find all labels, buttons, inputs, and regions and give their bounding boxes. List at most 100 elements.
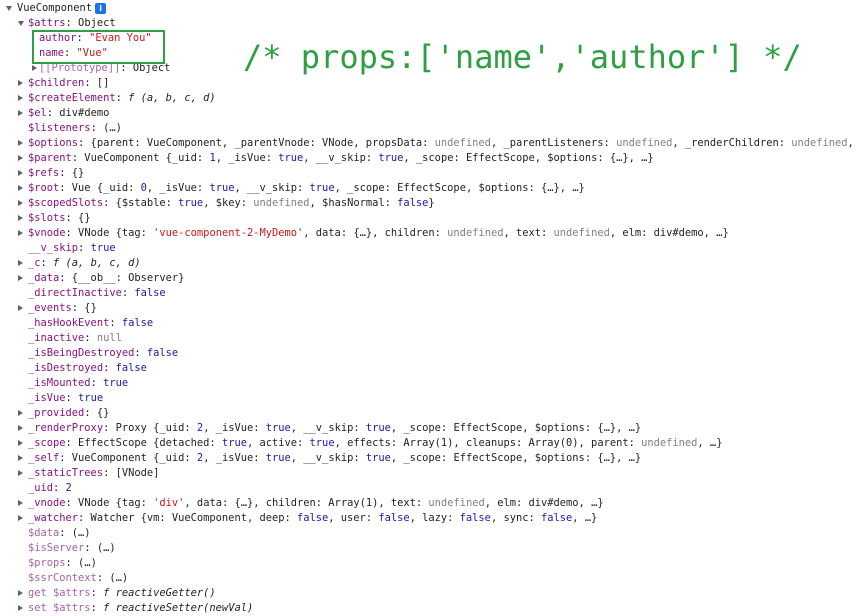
property-row-vnode[interactable]: $vnode: VNode {tag: 'vue-component-2-MyD… [0, 226, 857, 241]
property-row-_vnode[interactable]: _vnode: VNode {tag: 'div', data: {…}, ch… [0, 496, 857, 511]
expand-arrow-icon[interactable] [18, 470, 23, 476]
property-value: false [540, 512, 573, 524]
property-row-_c[interactable]: _c: f (a, b, c, d) [0, 256, 857, 271]
property-row-el[interactable]: $el: div#demo [0, 106, 857, 121]
property-value: : (…) [90, 122, 122, 134]
property-row-_staticTrees[interactable]: _staticTrees: [VNode] [0, 466, 857, 481]
expand-arrow-icon[interactable] [6, 6, 12, 11]
expand-arrow-icon[interactable] [18, 95, 23, 101]
property-value: : Vue {_uid: [59, 182, 141, 194]
property-key: _c [28, 257, 41, 269]
property-value: , _parentListeners: [490, 137, 617, 149]
property-value: : [] [84, 77, 110, 89]
expand-arrow-icon[interactable] [18, 440, 23, 446]
property-value: , _scope: EffectScope, $options: {…}, …} [334, 182, 585, 194]
property-value: , text: [503, 227, 554, 239]
property-value: f (a, b, c, d) [128, 92, 216, 104]
property-value: : [84, 332, 97, 344]
property-value: null [96, 332, 122, 344]
property-key: __v_skip [28, 242, 79, 254]
property-value: false [121, 317, 154, 329]
expand-arrow-icon[interactable] [18, 275, 23, 281]
property-row-options[interactable]: $options: {parent: VueComponent, _parent… [0, 136, 857, 151]
property-row-set-attrs[interactable]: set $attrs: f reactiveSetter(newVal) [0, 601, 857, 616]
property-key: set $attrs [28, 602, 91, 614]
property-row-_events[interactable]: _events: {} [0, 301, 857, 316]
expand-arrow-icon[interactable] [18, 605, 23, 611]
property-row-scopedSlots[interactable]: $scopedSlots: {$stable: true, $key: unde… [0, 196, 857, 211]
property-value: true [365, 452, 391, 464]
property-row-root[interactable]: $root: Vue {_uid: 0, _isVue: true, __v_s… [0, 181, 857, 196]
property-value: : [78, 242, 91, 254]
property-key: _data [28, 272, 60, 284]
expand-arrow-icon[interactable] [18, 515, 23, 521]
property-row-parent[interactable]: $parent: VueComponent {_uid: 1, _isVue: … [0, 151, 857, 166]
property-row-data-getter: $data: (…) [0, 526, 857, 541]
property-row-_provided[interactable]: _provided: {} [0, 406, 857, 421]
property-row-_scope[interactable]: _scope: EffectScope {detached: true, act… [0, 436, 857, 451]
property-row-_watcher[interactable]: _watcher: Watcher {vm: VueComponent, dee… [0, 511, 857, 526]
property-value: , _isVue: [203, 422, 266, 434]
property-value: : {} [65, 212, 91, 224]
property-key: $vnode [28, 227, 66, 239]
property-value: : VueComponent {_uid: [71, 152, 210, 164]
property-key: _inactive [28, 332, 85, 344]
property-value: true [103, 377, 129, 389]
property-value: , _scope: EffectScope, $options: {…}, …} [390, 452, 642, 464]
property-row-slots[interactable]: $slots: {} [0, 211, 857, 226]
property-row-_self[interactable]: _self: VueComponent {_uid: 2, _isVue: tr… [0, 451, 857, 466]
property-key: author [39, 32, 77, 44]
expand-arrow-icon[interactable] [18, 455, 23, 461]
expand-arrow-icon[interactable] [18, 110, 23, 116]
expand-arrow-icon[interactable] [18, 500, 23, 506]
property-value: : [40, 257, 54, 269]
property-row-_directInactive: _directInactive: false [0, 286, 857, 301]
property-key: $options [28, 137, 79, 149]
property-row-children[interactable]: $children: [] [0, 76, 857, 91]
property-value: true [309, 182, 335, 194]
property-row-createElement[interactable]: $createElement: f (a, b, c, d) [0, 91, 857, 106]
property-key: $createElement [28, 92, 116, 104]
property-row-_data[interactable]: _data: {__ob__: Observer} [0, 271, 857, 286]
property-value: undefined [253, 197, 310, 209]
property-key: $el [28, 107, 47, 119]
expand-arrow-icon[interactable] [18, 140, 23, 146]
property-key: _isVue [28, 392, 66, 404]
property-value: : VueComponent {_uid: [59, 452, 197, 464]
property-value: , data: {…}, children: [303, 227, 448, 239]
property-value: , _isVue: [203, 452, 266, 464]
property-value: , active: [246, 437, 310, 449]
property-value: : Watcher {vm: VueComponent, deep: [78, 512, 297, 524]
expand-arrow-icon[interactable] [18, 260, 23, 266]
property-row-attrs[interactable]: $attrs: Object [0, 16, 857, 31]
property-row-get-attrs[interactable]: get $attrs: f reactiveGetter() [0, 586, 857, 601]
expand-arrow-icon[interactable] [32, 65, 37, 71]
property-value: true [265, 452, 291, 464]
property-value: , __v_skip: [290, 452, 366, 464]
expand-arrow-icon[interactable] [18, 425, 23, 431]
property-value: undefined [641, 437, 698, 449]
expand-arrow-icon[interactable] [18, 155, 23, 161]
property-row-_renderProxy[interactable]: _renderProxy: Proxy {_uid: 2, _isVue: tr… [0, 421, 857, 436]
property-value: : [115, 92, 129, 104]
property-value: , elm: div#demo, …} [484, 497, 604, 509]
expand-arrow-icon[interactable] [18, 80, 23, 86]
property-value: false [146, 347, 179, 359]
expand-arrow-icon[interactable] [18, 215, 23, 221]
expand-arrow-icon[interactable] [18, 185, 23, 191]
expand-arrow-icon[interactable] [18, 230, 23, 236]
collapse-arrow-icon[interactable] [18, 21, 24, 26]
expand-arrow-icon[interactable] [18, 305, 23, 311]
property-row-_isBeingDestroyed: _isBeingDestroyed: false [0, 346, 857, 361]
devtools-object-inspector: VueComponent i $attrs: Object author: "Eva… [0, 0, 857, 614]
property-row-refs[interactable]: $refs: {} [0, 166, 857, 181]
vuecomponent-row[interactable]: VueComponent i [0, 1, 857, 16]
expand-arrow-icon[interactable] [18, 410, 23, 416]
expand-arrow-icon[interactable] [18, 200, 23, 206]
property-key: $refs [28, 167, 60, 179]
expand-arrow-icon[interactable] [18, 590, 23, 596]
property-key: $isServer [28, 542, 85, 554]
info-icon[interactable]: i [95, 3, 107, 14]
property-row-_hasHookEvent: _hasHookEvent: false [0, 316, 857, 331]
expand-arrow-icon[interactable] [18, 170, 23, 176]
